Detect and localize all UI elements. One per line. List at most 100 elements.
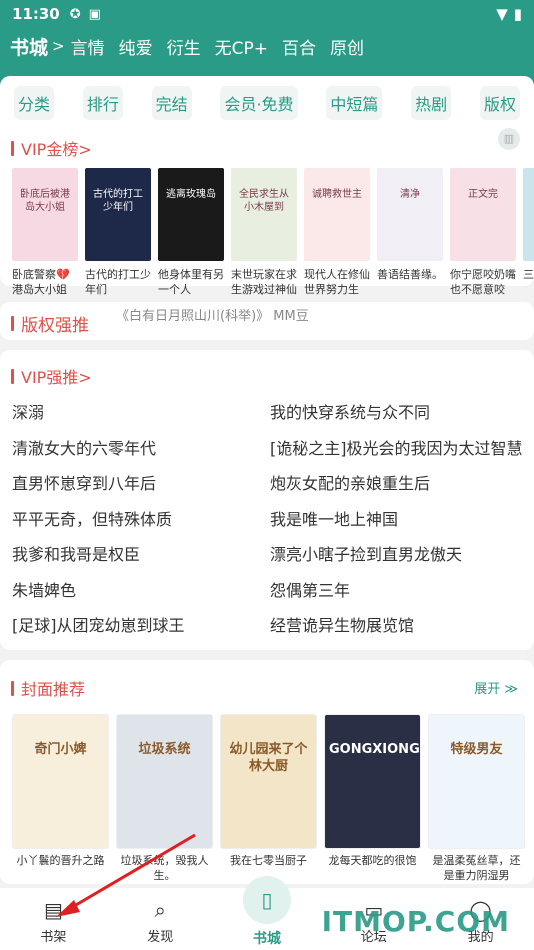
book-title: 龙每天都吃的很饱 [328, 854, 417, 867]
book-title: 三 [523, 268, 534, 281]
book-item[interactable]: 清净 善语结善缘。 [377, 168, 443, 297]
book-title: 你宁愿咬奶嘴也不愿意咬 [450, 268, 516, 296]
book-cover [523, 168, 534, 261]
annotation-arrow [56, 833, 196, 917]
cover-art-text: 全民求生从小木屋到 [239, 189, 289, 213]
section-marker [11, 680, 14, 696]
book-title: 古代的打工少年们 [85, 268, 151, 296]
app-notification-icon: ▣ [88, 6, 101, 22]
nav-item-original[interactable]: 原创 [330, 34, 364, 59]
chevron-right-icon: > [52, 37, 65, 55]
expand-button[interactable]: 展开 ≫ [474, 678, 518, 697]
list-item[interactable]: 平平无奇，但特殊体质 [12, 502, 270, 538]
list-item[interactable]: 我的快穿系统与众不同 [270, 395, 534, 431]
book-item[interactable]: 特级男友 是温柔菟丝草，还是重力阴湿男 [428, 714, 525, 883]
tab-completed[interactable]: 完结 [151, 86, 192, 120]
cover-art-text: 古代的打工少年们 [93, 189, 143, 213]
nav-bookcity[interactable]: 书城 [10, 33, 48, 60]
cover-recommend-title: 封面推荐 [0, 676, 534, 700]
tab-hot-drama[interactable]: 热剧 [411, 86, 452, 120]
cover-art-text: 诚聘救世主 [312, 189, 362, 200]
cover-art-text: 正文完 [468, 189, 498, 200]
book-title: 他身体里有另一个人 [158, 268, 224, 296]
book-title: 卧底警察💔港岛大小姐 [12, 268, 70, 296]
vip-rank-title[interactable]: VIP金榜> [0, 136, 534, 160]
book-item[interactable]: 诚聘救世主 现代人在修仙世界努力生 [304, 168, 370, 297]
book-cover: 逃离玫瑰岛 [158, 168, 224, 261]
tab-copyright[interactable]: 版权 [479, 86, 520, 120]
filter-tabs: 分类 排行 完结 会员·免费 中短篇 热剧 版权 [0, 76, 534, 120]
book-cover: 古代的打工少年们 [85, 168, 151, 261]
book-cover: 诚聘救世主 [304, 168, 370, 261]
list-item[interactable]: [诡秘之主]极光会的我因为太过智慧 [270, 431, 534, 467]
book-item[interactable]: GONGXIONG 龙每天都吃的很饱 [324, 714, 421, 883]
status-bar: 11:30 ✪ ▣ ▼ ▮ [0, 0, 534, 28]
book-title: 我在七零当厨子 [230, 854, 307, 867]
section-marker [11, 140, 14, 156]
book-cover: 卧底后被港岛大小姐 [12, 168, 78, 261]
book-title: 善语结善缘。 [377, 268, 443, 281]
nav-item-romance[interactable]: 言情 [71, 34, 105, 59]
book-item[interactable]: 幼儿园来了个林大厨 我在七零当厨子 [220, 714, 317, 883]
book-title: 是温柔菟丝草，还是重力阴湿男 [432, 854, 521, 882]
book-cover: 奇门小婢 [12, 714, 109, 849]
book-item[interactable]: 全民求生从小木屋到 末世玩家在求生游戏过神仙 [231, 168, 297, 297]
tab-ranking[interactable]: 排行 [82, 86, 123, 120]
list-item[interactable]: 炮灰女配的亲娘重生后 [270, 466, 534, 502]
list-item[interactable]: 深溺 [12, 395, 270, 431]
book-item[interactable]: 三 [523, 168, 534, 297]
book-cover: 幼儿园来了个林大厨 [220, 714, 317, 849]
cover-art-text: 清净 [400, 189, 420, 200]
bottom-nav-bookcity[interactable]: ▯ 书城 [214, 876, 321, 950]
book-title: 末世玩家在求生游戏过神仙 [231, 268, 297, 296]
book-cover: GONGXIONG [324, 714, 421, 849]
book-item[interactable]: 正文完 你宁愿咬奶嘴也不愿意咬 [450, 168, 516, 297]
book-icon: ▯ [242, 876, 291, 924]
book-cover: 清净 [377, 168, 443, 261]
vip-rank-card: 分类 排行 完结 会员·免费 中短篇 热剧 版权 VIP金榜> ▥ 卧底后被港岛… [0, 76, 534, 296]
tab-vip-free[interactable]: 会员·免费 [220, 86, 298, 120]
nav-item-derivative[interactable]: 衍生 [167, 34, 201, 59]
cover-art-text: 垃圾系统 [138, 742, 191, 757]
chart-icon[interactable]: ▥ [498, 128, 520, 150]
book-item[interactable]: 古代的打工少年们 古代的打工少年们 [85, 168, 151, 297]
scrolling-book-title[interactable]: 《白有日月照山川(科举)》 MM豆 [116, 305, 309, 324]
cover-art-text: 逃离玫瑰岛 [166, 189, 216, 200]
copyright-push-card[interactable]: 版权强推 《白有日月照山川(科举)》 MM豆 [0, 302, 534, 340]
status-time: 11:30 [12, 5, 60, 23]
book-item[interactable]: 逃离玫瑰岛 他身体里有另一个人 [158, 168, 224, 297]
list-item[interactable]: 经营诡异生物展览馆 [270, 608, 534, 644]
list-item[interactable]: 我爹和我哥是权臣 [12, 537, 270, 573]
cover-art-text: GONGXIONG [329, 742, 420, 757]
list-item[interactable]: 漂亮小瞎子捡到直男龙傲天 [270, 537, 534, 573]
vip-push-title[interactable]: VIP强推> [0, 364, 534, 388]
cover-art-text: 幼儿园来了个林大厨 [229, 742, 308, 774]
watermark: ITMOP.COM [321, 905, 510, 938]
nav-item-no-cp[interactable]: 无CP+ [215, 34, 268, 59]
book-item[interactable]: 卧底后被港岛大小姐 卧底警察💔港岛大小姐 [12, 168, 78, 297]
book-cover: 全民求生从小木屋到 [231, 168, 297, 261]
cover-art-text: 特级男友 [450, 742, 503, 757]
vip-push-list: 深溺 我的快穿系统与众不同 清澈女大的六零年代 [诡秘之主]极光会的我因为太过智… [0, 395, 534, 644]
nav-item-gl[interactable]: 百合 [282, 34, 316, 59]
section-marker [11, 368, 14, 384]
cover-art-text: 卧底后被港岛大小姐 [20, 189, 70, 213]
category-nav: 书城 > 言情 纯爱 衍生 无CP+ 百合 原创 [0, 28, 534, 64]
list-item[interactable]: 朱墙婢色 [12, 573, 270, 609]
nav-item-bl[interactable]: 纯爱 [119, 34, 153, 59]
vpn-icon: ✪ [69, 6, 81, 22]
section-marker [11, 316, 14, 331]
vip-rank-books: 卧底后被港岛大小姐 卧底警察💔港岛大小姐 古代的打工少年们 古代的打工少年们 逃… [0, 168, 534, 297]
tab-category[interactable]: 分类 [14, 86, 55, 120]
list-item[interactable]: 怨偶第三年 [270, 573, 534, 609]
list-item[interactable]: [足球]从团宠幼崽到球王 [12, 608, 270, 644]
list-item[interactable]: 直男怀崽穿到八年后 [12, 466, 270, 502]
list-item[interactable]: 我是唯一地上神国 [270, 502, 534, 538]
tab-short[interactable]: 中短篇 [326, 86, 383, 120]
list-item[interactable]: 清澈女大的六零年代 [12, 431, 270, 467]
battery-icon: ▮ [513, 5, 522, 23]
vip-push-card: VIP强推> 深溺 我的快穿系统与众不同 清澈女大的六零年代 [诡秘之主]极光会… [0, 350, 534, 650]
book-title: 现代人在修仙世界努力生 [304, 268, 370, 296]
book-cover: 垃圾系统 [116, 714, 213, 849]
book-cover: 正文完 [450, 168, 516, 261]
